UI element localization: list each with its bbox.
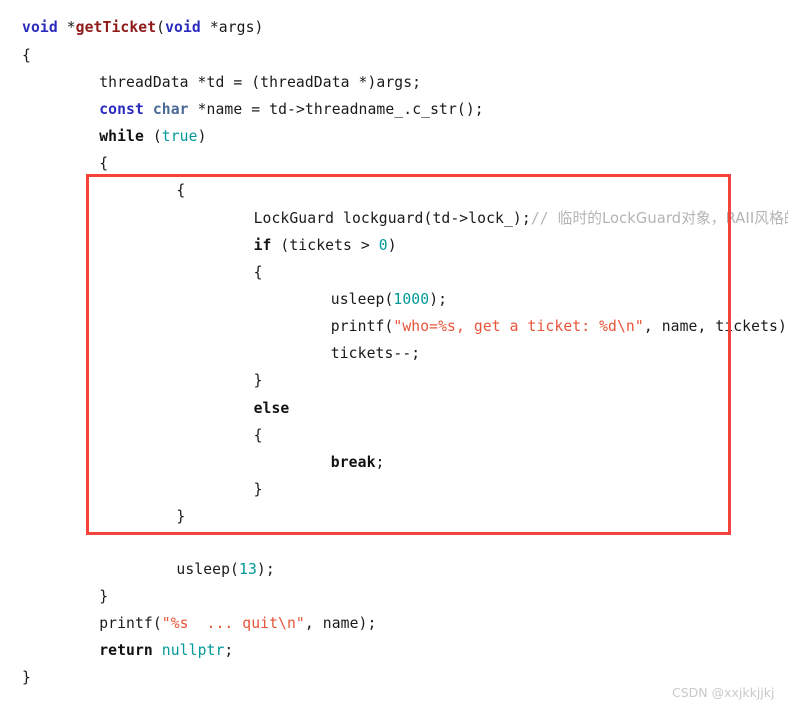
code-token: usleep( xyxy=(176,561,239,578)
code-token: threadData *td = (threadData *)args; xyxy=(99,74,422,91)
code-token: while xyxy=(99,128,144,145)
code-token: 临时的LockGuard对象，RAII风格的锁! xyxy=(557,210,788,227)
code-line: tickets--; xyxy=(331,341,420,367)
code-line: { xyxy=(99,151,108,177)
code-line: { xyxy=(176,178,185,204)
code-line: { xyxy=(254,423,263,449)
code-token: getTicket xyxy=(75,19,157,36)
code-line: return nullptr; xyxy=(99,638,233,664)
code-token: nullptr xyxy=(161,642,225,659)
code-token: { xyxy=(99,155,109,172)
code-line: } xyxy=(176,504,185,530)
code-token: ; xyxy=(375,454,385,471)
code-token: *name = td->threadname_.c_str(); xyxy=(188,101,484,118)
code-line: if (tickets > 0) xyxy=(254,233,397,259)
code-token: printf( xyxy=(99,615,162,632)
code-token: } xyxy=(99,588,109,605)
code-token: ) xyxy=(387,237,397,254)
code-token: { xyxy=(176,182,186,199)
code-line: while (true) xyxy=(99,124,206,150)
code-token: return xyxy=(99,642,153,659)
code-line: break; xyxy=(331,450,385,476)
code-line: else xyxy=(254,396,290,422)
code-token: } xyxy=(253,481,263,498)
code-line: } xyxy=(99,584,108,610)
code-token: "who=%s, get a ticket: %d\n" xyxy=(393,318,644,335)
code-token: ); xyxy=(429,291,448,308)
code-token: usleep( xyxy=(330,291,394,308)
code-token: if xyxy=(253,237,272,254)
code-line: { xyxy=(22,43,31,69)
code-token: ; xyxy=(224,642,234,659)
code-line: usleep(13); xyxy=(176,557,274,583)
code-token: const xyxy=(99,101,144,118)
code-token: LockGuard lockguard(td->lock_); xyxy=(253,210,531,227)
code-line: const char *name = td->threadname_.c_str… xyxy=(99,97,484,123)
code-token: *args) xyxy=(200,19,264,36)
code-token: void xyxy=(165,19,201,36)
code-token: * xyxy=(57,19,76,36)
code-token: 1000 xyxy=(393,291,430,308)
code-line: { xyxy=(254,260,263,286)
code-token: else xyxy=(253,400,290,417)
code-line: } xyxy=(254,368,263,394)
code-token: 13 xyxy=(239,561,257,578)
code-token: void xyxy=(22,19,58,36)
code-line: LockGuard lockguard(td->lock_);// 临时的Loc… xyxy=(254,206,788,232)
code-listing: void *getTicket(void *args){threadData *… xyxy=(0,0,788,711)
code-token: (tickets > xyxy=(271,237,379,254)
code-token: ); xyxy=(256,561,275,578)
code-token: printf( xyxy=(330,318,394,335)
code-line: usleep(1000); xyxy=(331,287,447,313)
code-line: } xyxy=(254,477,263,503)
code-token: 0 xyxy=(378,237,388,254)
code-token: } xyxy=(253,372,263,389)
code-token: ( xyxy=(143,128,162,145)
code-token: { xyxy=(253,427,263,444)
code-token: char xyxy=(152,101,189,118)
code-token: true xyxy=(161,128,198,145)
code-line: printf("who=%s, get a ticket: %d\n", nam… xyxy=(331,314,788,340)
csdn-watermark: CSDN @xxjkkjjkj xyxy=(672,685,775,700)
code-token: { xyxy=(253,264,263,281)
code-token: , name, tickets); xyxy=(643,318,788,335)
code-token: ( xyxy=(156,19,166,36)
code-token: , name); xyxy=(304,615,377,632)
code-token: } xyxy=(176,508,186,525)
code-line: } xyxy=(22,665,31,691)
code-line: void *getTicket(void *args) xyxy=(22,15,264,41)
code-token: } xyxy=(22,669,31,686)
code-token: // xyxy=(530,210,558,227)
code-token: break xyxy=(330,454,376,471)
code-token: ) xyxy=(197,128,207,145)
code-token: { xyxy=(22,47,31,64)
code-token: "%s ... quit\n" xyxy=(161,615,305,632)
code-token: tickets--; xyxy=(330,345,421,362)
code-line: threadData *td = (threadData *)args; xyxy=(99,70,421,96)
code-line: printf("%s ... quit\n", name); xyxy=(99,611,376,637)
